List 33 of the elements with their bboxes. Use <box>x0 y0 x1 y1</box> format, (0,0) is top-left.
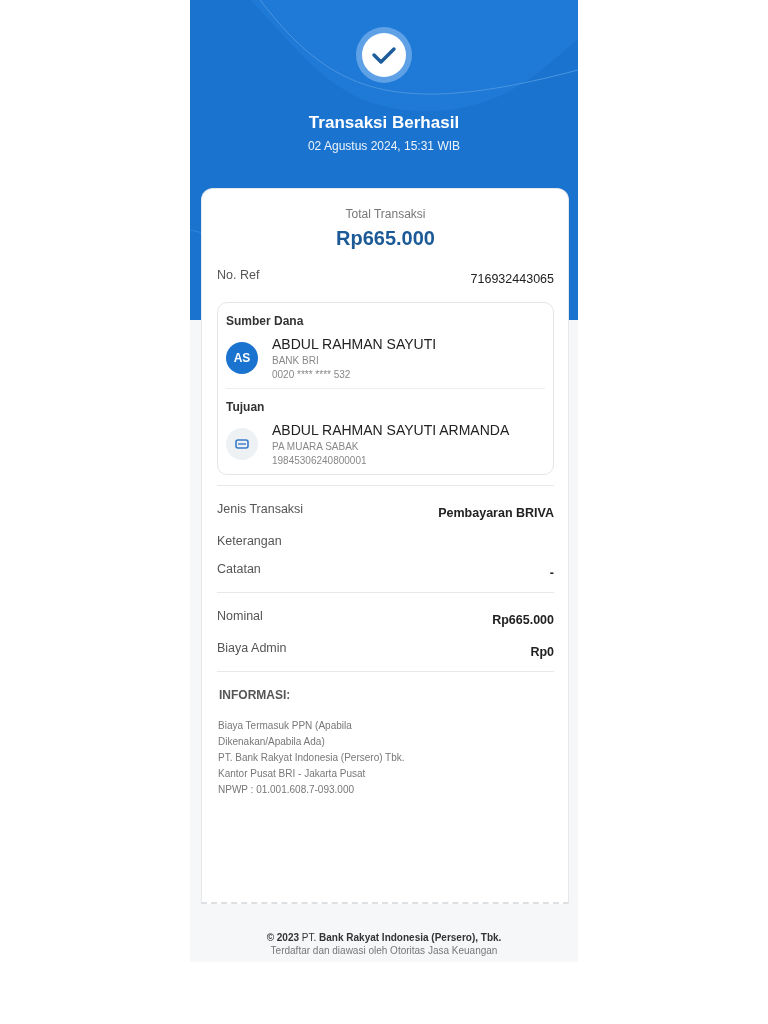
detail-label: Catatan <box>217 562 261 576</box>
account-name: ABDUL RAHMAN SAYUTI ARMANDA <box>272 422 510 438</box>
account-number: 0020 **** **** 532 <box>272 369 352 380</box>
detail-value: Pembayaran BRIVA <box>438 506 554 520</box>
ref-label: No. Ref <box>217 268 260 282</box>
transaction-datetime: 02 Agustus 2024, 15:31 WIB <box>307 139 461 153</box>
status-title: Transaksi Berhasil <box>308 113 460 133</box>
success-check-icon <box>356 27 412 83</box>
info-text: Biaya Termasuk PPN (Apabila Dikenakan/Apabila Ada) <box>218 719 353 749</box>
detail-value: Rp665.000 <box>492 613 554 627</box>
info-text: Kantor Pusat BRI - Jakarta Pusat <box>218 767 367 781</box>
detail-value: Rp0 <box>530 645 554 659</box>
party-heading: Sumber Dana <box>226 314 305 328</box>
info-heading: INFORMASI: <box>219 688 292 702</box>
detail-label: Nominal <box>217 609 263 623</box>
detail-label: Biaya Admin <box>217 641 287 655</box>
detail-label: Jenis Transaksi <box>217 502 304 516</box>
bank-name: BANK BRI <box>272 355 320 366</box>
copyright-text: © 2023 PT. Bank Rakyat Indonesia (Persero), Tbk. <box>266 932 502 943</box>
detail-value: - <box>549 566 554 580</box>
account-number: 19845306240800001 <box>272 455 368 466</box>
party-heading: Tujuan <box>226 400 266 414</box>
account-name: ABDUL RAHMAN SAYUTI <box>272 336 437 352</box>
info-text: NPWP : 01.001.608.7-093.000 <box>218 783 356 797</box>
ref-number: 716932443065 <box>470 272 554 286</box>
info-text: PT. Bank Rakyat Indonesia (Persero) Tbk. <box>218 751 406 765</box>
total-amount: Rp665.000 <box>336 227 435 250</box>
card-icon <box>226 428 258 460</box>
bank-name: PA MUARA SABAK <box>272 441 360 452</box>
initials-avatar: AS <box>226 342 258 374</box>
detail-label: Keterangan <box>217 534 282 548</box>
regulator-text: Terdaftar dan diawasi oleh Otoritas Jasa Keuangan <box>270 945 498 956</box>
total-label: Total Transaksi <box>345 207 426 221</box>
